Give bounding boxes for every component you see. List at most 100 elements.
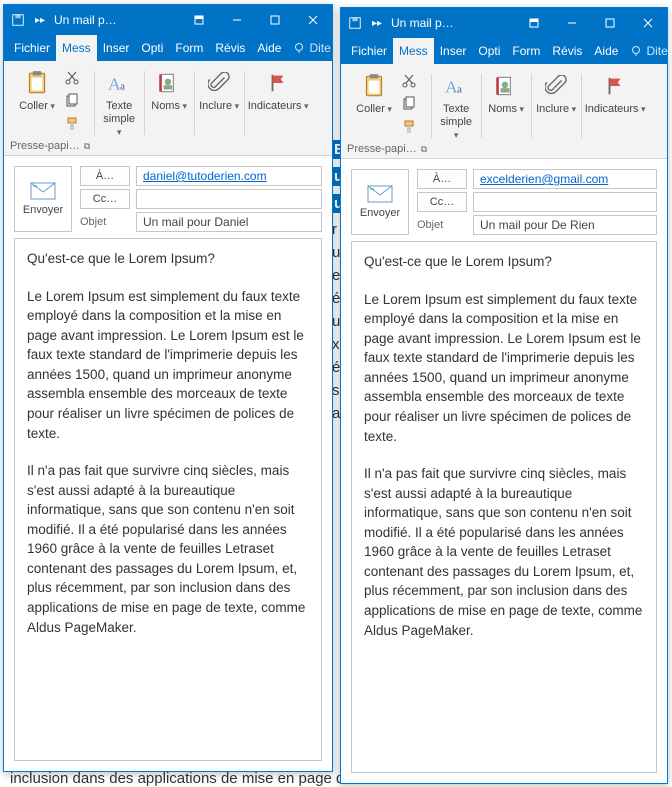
tab-message[interactable]: Mess [56, 35, 97, 61]
send-button[interactable]: Envoyer [351, 169, 409, 235]
ribbon-group-include: Inclure [531, 68, 581, 158]
quick-save-icon[interactable] [8, 10, 28, 30]
ribbon-group-label: Presse-papi… [10, 140, 80, 152]
titlebar: ▸▸ Un mail p… [341, 8, 667, 38]
cut-icon[interactable] [60, 67, 84, 89]
paste-button[interactable]: Coller [16, 65, 58, 115]
ribbon: Coller Presse-papi… ⧉ Aa Textesimple [4, 61, 332, 156]
ribbon-group-basic-text: Aa Textesimple [94, 65, 144, 155]
tab-aide[interactable]: Aide [251, 35, 287, 61]
tab-options[interactable]: Opti [135, 35, 169, 61]
minimize-icon[interactable] [553, 8, 591, 38]
ribbon-tabs: Fichier Mess Inser Opti Form Révis Aide … [4, 35, 332, 61]
svg-text:a: a [457, 84, 462, 96]
cc-button[interactable]: Cc… [417, 192, 467, 212]
text-aa-icon: Aa [442, 72, 470, 100]
close-icon[interactable] [629, 8, 667, 38]
tags-button[interactable]: Indicateurs [248, 65, 308, 115]
names-button[interactable]: Noms [148, 65, 190, 115]
subject-field[interactable]: Un mail pour De Rien [473, 215, 657, 235]
tab-insertion[interactable]: Inser [434, 38, 473, 64]
tab-tellme[interactable]: Dite [624, 38, 672, 64]
body-paragraph: Qu'est-ce que le Lorem Ipsum? [27, 249, 309, 269]
tab-tellme[interactable]: Dite [287, 35, 336, 61]
subject-field[interactable]: Un mail pour Daniel [136, 212, 322, 232]
simple-text-button[interactable]: Aa Textesimple [98, 65, 140, 141]
compose-window-1: ▸▸ Un mail p… Fichier Mess Inser Opti Fo… [3, 4, 333, 772]
names-button[interactable]: Noms [485, 68, 527, 118]
tags-button[interactable]: Indicateurs [585, 68, 645, 118]
minimize-icon[interactable] [218, 5, 256, 35]
cut-icon[interactable] [397, 70, 421, 92]
tab-fichier[interactable]: Fichier [345, 38, 393, 64]
cc-button[interactable]: Cc… [80, 189, 130, 209]
tab-message[interactable]: Mess [393, 38, 434, 64]
tab-fichier[interactable]: Fichier [8, 35, 56, 61]
attachment-icon [205, 69, 233, 97]
tab-insertion[interactable]: Inser [97, 35, 136, 61]
compose-window-2: ▸▸ Un mail p… Fichier Mess Inser Opti Fo… [340, 7, 668, 784]
include-button[interactable]: Inclure [198, 65, 240, 115]
ribbon-display-icon[interactable] [180, 5, 218, 35]
maximize-icon[interactable] [591, 8, 629, 38]
body-paragraph: Il n'a pas fait que survivre cinq siècle… [364, 464, 644, 640]
tab-format[interactable]: Form [506, 38, 546, 64]
tab-revision[interactable]: Révis [546, 38, 588, 64]
clipboard-icon [23, 69, 51, 97]
message-body[interactable]: Qu'est-ce que le Lorem Ipsum? Le Lorem I… [351, 241, 657, 773]
close-icon[interactable] [294, 5, 332, 35]
background-document-bottom: inclusion dans des applications de mise … [10, 770, 353, 787]
tab-revision[interactable]: Révis [209, 35, 251, 61]
flag-icon [264, 69, 292, 97]
quick-more-icon[interactable]: ▸▸ [367, 13, 387, 33]
copy-icon[interactable] [397, 93, 421, 115]
maximize-icon[interactable] [256, 5, 294, 35]
body-paragraph: Le Lorem Ipsum est simplement du faux te… [364, 290, 644, 447]
simple-text-button[interactable]: Aa Textesimple [435, 68, 477, 144]
address-book-icon [492, 72, 520, 100]
to-button[interactable]: À… [417, 169, 467, 189]
cc-field[interactable] [473, 192, 657, 212]
dialog-launcher-icon[interactable]: ⧉ [84, 141, 90, 152]
tab-aide[interactable]: Aide [588, 38, 624, 64]
copy-icon[interactable] [60, 90, 84, 112]
tab-format[interactable]: Form [169, 35, 209, 61]
send-button[interactable]: Envoyer [14, 166, 72, 232]
format-painter-icon[interactable] [397, 116, 421, 138]
tab-options[interactable]: Opti [472, 38, 506, 64]
ribbon-group-include: Inclure [194, 65, 244, 155]
titlebar: ▸▸ Un mail p… [4, 5, 332, 35]
send-label: Envoyer [23, 204, 63, 216]
ribbon-group-label: Presse-papi… [347, 143, 417, 155]
compose-area: Envoyer À… excelderien@gmail.com Cc… Obj… [341, 159, 667, 783]
dialog-launcher-icon[interactable]: ⧉ [421, 144, 427, 155]
ribbon-group-clipboard: Coller Presse-papi… ⧉ [6, 65, 94, 155]
quick-more-icon[interactable]: ▸▸ [30, 10, 50, 30]
text-aa-icon: Aa [105, 69, 133, 97]
clipboard-icon [360, 72, 388, 100]
format-painter-icon[interactable] [60, 113, 84, 135]
window-title: Un mail p… [387, 8, 515, 38]
ribbon-display-icon[interactable] [515, 8, 553, 38]
include-button[interactable]: Inclure [535, 68, 577, 118]
quick-save-icon[interactable] [345, 13, 365, 33]
to-field[interactable]: excelderien@gmail.com [473, 169, 657, 189]
body-paragraph: Il n'a pas fait que survivre cinq siècle… [27, 461, 309, 637]
ribbon-group-basic-text: Aa Textesimple [431, 68, 481, 158]
flag-icon [601, 72, 629, 100]
to-field[interactable]: daniel@tutoderien.com [136, 166, 322, 186]
paste-button[interactable]: Coller [353, 68, 395, 118]
window-title: Un mail p… [50, 5, 180, 35]
envelope-icon [30, 182, 56, 200]
svg-text:a: a [120, 81, 125, 93]
message-body[interactable]: Qu'est-ce que le Lorem Ipsum? Le Lorem I… [14, 238, 322, 761]
body-paragraph: Le Lorem Ipsum est simplement du faux te… [27, 287, 309, 444]
cc-field[interactable] [136, 189, 322, 209]
to-button[interactable]: À… [80, 166, 130, 186]
ribbon-tabs: Fichier Mess Inser Opti Form Révis Aide … [341, 38, 667, 64]
send-label: Envoyer [360, 207, 400, 219]
compose-area: Envoyer À… daniel@tutoderien.com Cc… Obj… [4, 156, 332, 771]
address-book-icon [155, 69, 183, 97]
ribbon-group-names: Noms [481, 68, 531, 158]
ribbon-group-clipboard: Coller Presse-papi… ⧉ [343, 68, 431, 158]
